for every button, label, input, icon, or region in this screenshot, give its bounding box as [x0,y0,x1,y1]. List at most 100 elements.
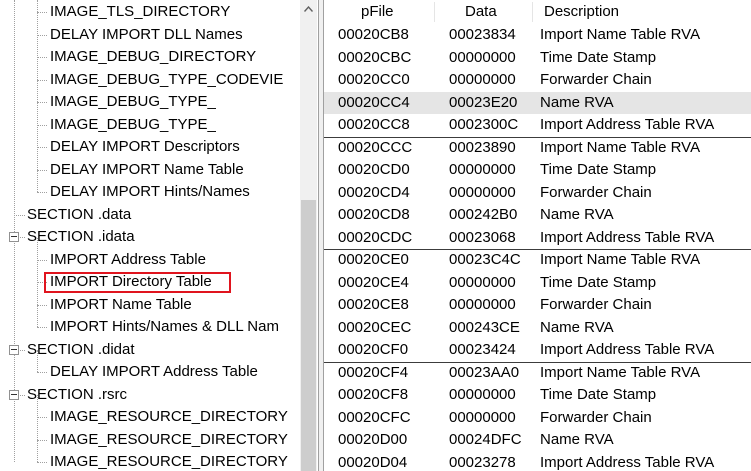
tree-item[interactable]: IMAGE_TLS_DIRECTORY [0,1,300,23]
tree-connector [37,34,47,36]
tree-item[interactable]: SECTION .didat [0,339,300,361]
tree-item[interactable]: IMPORT Hints/Names & DLL Nam [0,316,300,338]
tree-connector [37,57,47,58]
tree-item[interactable]: DELAY IMPORT DLL Names [0,24,300,46]
description-cell: Import Address Table RVA [540,453,715,471]
tree-connector [37,304,47,306]
tree-item-label: SECTION .rsrc [27,385,127,403]
collapse-toggle-icon[interactable] [9,389,19,400]
data-cell: 00023068 [449,228,516,246]
tree-item-label: SECTION .didat [27,340,135,358]
tree-connector [37,12,47,13]
tree-item[interactable]: DELAY IMPORT Descriptors [0,136,300,158]
tree-item-label: IMPORT Hints/Names & DLL Nam [50,318,279,335]
tree-scrollbar[interactable] [300,0,317,471]
pfile-cell: 00020CC4 [338,93,410,111]
tree-item-label: IMAGE_DEBUG_DIRECTORY [50,48,257,65]
table-row[interactable]: 00020CFC 00000000 Forwarder Chain [324,407,751,430]
data-cell: 00000000 [449,386,516,403]
column-header-description[interactable]: Description [544,0,724,24]
table-row[interactable]: 00020CF0 00023424 Import Address Table RVA [324,339,751,362]
column-header-data[interactable]: Data [465,0,525,24]
table-row[interactable]: 00020CD4 00000000 Forwarder Chain [324,182,751,205]
table-row[interactable]: 00020D00 00024DFC Name RVA [324,429,751,452]
description-cell: Name RVA [540,206,614,223]
table-row[interactable]: 00020CD0 00000000 Time Date Stamp [324,159,751,182]
tree-item[interactable]: DELAY IMPORT Name Table [0,159,300,181]
tree-connector [37,124,47,126]
pfile-cell: 00020CD4 [338,183,410,201]
tree-item[interactable]: SECTION .rsrc [0,384,300,406]
tree-connector [37,169,47,171]
table-row[interactable]: 00020CD8 000242B0 Name RVA [324,204,751,227]
table-row[interactable]: 00020CC0 00000000 Forwarder Chain [324,69,751,92]
column-header-pfile[interactable]: pFile [361,0,421,24]
tree-item-label: DELAY IMPORT Address Table [50,363,258,380]
tree-item[interactable]: IMAGE_RESOURCE_DIRECTORY [0,429,300,451]
data-cell: 0002300C [449,116,519,133]
table-row[interactable]: 00020CF4 00023AA0 Import Name Table RVA [324,361,751,385]
tree-connector [37,327,47,328]
table-row[interactable]: 00020CB8 00023834 Import Name Table RVA [324,24,751,47]
table-row[interactable]: 00020CC8 0002300C Import Address Table RVA [324,114,751,137]
tree-item[interactable]: IMPORT Address Table [0,249,300,271]
tree-connector [37,439,47,441]
tree-item-label: SECTION .data [27,205,132,223]
table-row[interactable]: 00020CCC 00023890 Import Name Table RVA [324,136,751,160]
tree-item-label: IMAGE_DEBUG_TYPE_ [50,93,216,110]
table-row[interactable]: 00020CDC 00023068 Import Address Table RVA [324,227,751,250]
description-cell: Import Address Table RVA [540,116,715,133]
tree-item[interactable]: IMPORT Name Table [0,294,300,316]
data-cell: 00000000 [449,273,516,291]
description-cell: Import Address Table RVA [540,228,715,246]
chevron-up-icon [304,5,313,12]
pfile-cell: 00020CEC [338,318,412,336]
tree-item-label: SECTION .idata [27,228,135,245]
tree-item[interactable]: IMAGE_DEBUG_DIRECTORY [0,46,300,68]
scroll-up-button[interactable] [300,0,317,17]
description-cell: Forwarder Chain [540,183,652,201]
table-row[interactable]: 00020CF8 00000000 Time Date Stamp [324,384,751,407]
data-cell: 00000000 [449,296,516,313]
pfile-cell: 00020CF4 [338,363,409,381]
pfile-cell: 00020D04 [338,453,408,471]
pfile-cell: 00020CE4 [338,273,409,291]
tree-item-label: DELAY IMPORT Descriptors [50,138,240,155]
tree-item-label: DELAY IMPORT DLL Names [50,25,243,43]
data-cell: 000242B0 [449,206,518,223]
tree-connector [37,147,47,148]
description-cell: Name RVA [540,318,614,336]
scroll-thumb[interactable] [301,200,316,471]
table-row[interactable]: 00020CE0 00023C4C Import Name Table RVA [324,249,751,272]
column-divider[interactable] [532,2,533,22]
data-cell: 00023278 [449,453,516,471]
description-cell: Time Date Stamp [540,48,657,66]
tree-item[interactable]: SECTION .data [0,204,300,226]
tree-item[interactable]: IMAGE_DEBUG_TYPE_ [0,91,300,113]
collapse-toggle-icon[interactable] [9,344,19,355]
tree-item[interactable]: IMAGE_RESOURCE_DIRECTORY [0,451,300,471]
tree-item[interactable]: IMAGE_RESOURCE_DIRECTORY [0,406,300,428]
tree-item[interactable]: IMAGE_DEBUG_TYPE_CODEVIE [0,69,300,91]
table-row[interactable]: 00020CBC 00000000 Time Date Stamp [324,47,751,70]
table-row[interactable]: 00020CE4 00000000 Time Date Stamp [324,272,751,295]
tree-item[interactable]: IMAGE_DEBUG_TYPE_ [0,114,300,136]
description-cell: Time Date Stamp [540,161,657,178]
tree-item[interactable]: DELAY IMPORT Hints/Names [0,181,300,203]
column-divider[interactable] [434,2,435,22]
tree-connector [37,259,47,261]
pfile-cell: 00020CCC [338,138,413,156]
collapse-toggle-icon[interactable] [9,232,19,242]
table-row[interactable]: 00020CC4 00023E20 Name RVA [324,91,751,114]
tree-item-label: IMAGE_RESOURCE_DIRECTORY [50,408,288,425]
table-row[interactable]: 00020D04 00023278 Import Address Table RVA [324,452,751,471]
data-cell: 00024DFC [449,431,522,448]
table-row[interactable]: 00020CE8 00000000 Forwarder Chain [324,294,751,317]
tree-connector [37,462,47,463]
table-row[interactable]: 00020CEC 000243CE Name RVA [324,317,751,340]
tree-connector [37,417,47,418]
data-cell: 000243CE [449,318,520,336]
tree-item[interactable]: SECTION .idata [0,226,300,248]
data-cell: 00023890 [449,138,516,156]
tree-item[interactable]: DELAY IMPORT Address Table [0,361,300,383]
